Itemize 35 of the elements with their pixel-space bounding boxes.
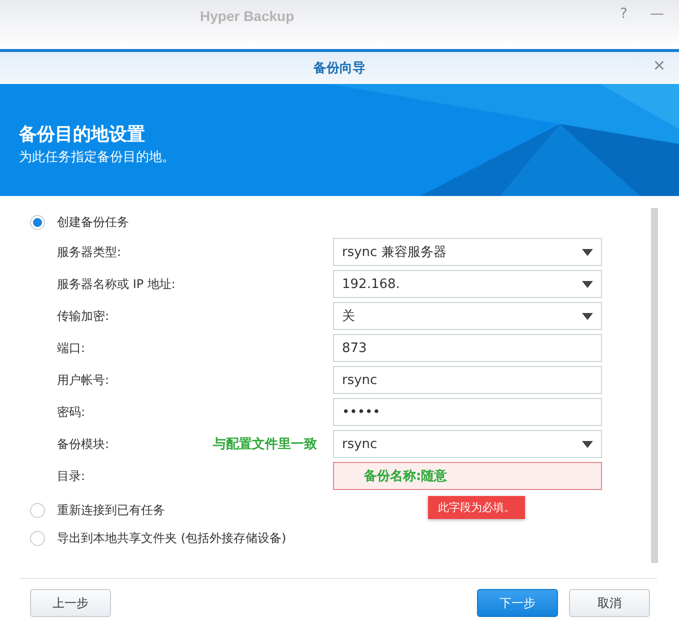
error-tooltip: 此字段为必填。 [428,496,525,519]
field-label: 服务器类型: [57,244,122,260]
banner-subtitle: 为此任务指定备份目的地。 [19,149,175,166]
option-label[interactable]: 导出到本地共享文件夹 (包括外接存储设备) [57,530,286,546]
input-field[interactable]: 873 [333,334,602,362]
input-field[interactable]: rsync [333,366,602,394]
field-label: 密码: [57,404,86,420]
caret-icon [582,312,593,320]
option-label[interactable]: 重新连接到已有任务 [57,502,165,518]
field-label: 用户帐号: [57,372,110,388]
cancel-button[interactable]: 取消 [569,589,650,617]
option-label[interactable]: 创建备份任务 [57,214,129,230]
input-field[interactable]: ••••• [333,398,602,426]
scrollbar[interactable] [651,208,658,563]
field-label: 目录: [57,468,86,484]
caret-icon [582,280,593,288]
banner-title: 备份目的地设置 [19,123,146,146]
annotation-text: 与配置文件里一致 [212,436,318,453]
window-title: Hyper Backup [200,8,294,24]
dropdown[interactable]: rsync 兼容服务器 [333,238,602,266]
annotation-text: 备份名称:随意 [362,468,448,485]
caret-icon [582,440,593,448]
dialog-title: 备份向导 [314,60,366,77]
field-label: 端口: [57,340,86,356]
field-label: 服务器名称或 IP 地址: [57,276,176,292]
caret-icon [582,248,593,256]
radio-button[interactable] [30,530,45,546]
field-label: 备份模块: [57,436,110,452]
radio-button[interactable] [30,214,45,230]
field-label: 传输加密: [57,308,110,324]
dropdown[interactable]: 192.168. [333,270,602,298]
radio-button[interactable] [30,502,45,518]
dropdown[interactable]: rsync [333,430,602,458]
back-button[interactable]: 上一步 [30,589,111,617]
dropdown[interactable]: 关 [333,302,602,330]
